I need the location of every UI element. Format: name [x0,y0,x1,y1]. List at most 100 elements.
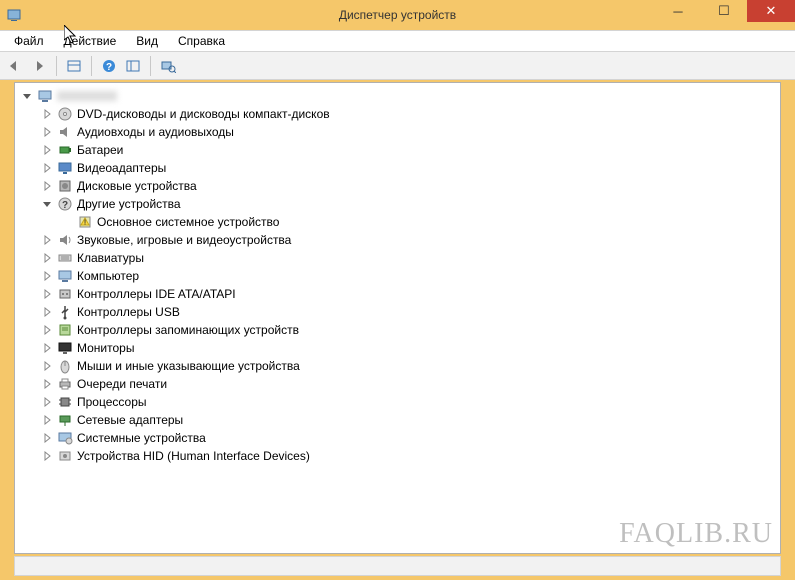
tree-node[interactable]: Клавиатуры [39,249,778,267]
expand-icon[interactable] [41,414,53,426]
computer-icon [37,88,53,104]
properties-button[interactable] [122,55,144,77]
watermark: FAQLIB.RU [619,518,773,550]
tree-label: Контроллеры IDE ATA/ATAPI [77,285,236,303]
printer-icon [57,376,73,392]
tree-label: Другие устройства [77,195,181,213]
tree-node[interactable]: Мыши и иные указывающие устройства [39,357,778,375]
menu-action[interactable]: Действие [54,32,127,50]
tree-label: Сетевые адаптеры [77,411,183,429]
toolbar-separator [150,56,151,76]
minimize-button[interactable]: ─ [655,0,701,22]
usb-icon [57,304,73,320]
svg-text:!: ! [84,220,86,227]
expand-icon[interactable] [41,180,53,192]
tree-node[interactable]: Контроллеры IDE ATA/ATAPI [39,285,778,303]
device-tree[interactable]: DVD-дисководы и дисководы компакт-дисков… [17,87,778,465]
help-button[interactable]: ? [98,55,120,77]
computer-icon [57,268,73,284]
tree-node[interactable]: Видеоадаптеры [39,159,778,177]
sound-icon [57,232,73,248]
tree-label: Очереди печати [77,375,167,393]
tree-node[interactable]: ! Основное системное устройство [59,213,778,231]
other-icon: ? [57,196,73,212]
expand-icon[interactable] [41,342,53,354]
expand-icon[interactable] [41,324,53,336]
dvd-icon [57,106,73,122]
expand-icon[interactable] [61,216,73,228]
display-icon [57,160,73,176]
expand-icon[interactable] [41,432,53,444]
tree-node[interactable]: Сетевые адаптеры [39,411,778,429]
expand-icon[interactable] [41,162,53,174]
tree-label: Системные устройства [77,429,206,447]
root-label [57,91,117,101]
tree-node[interactable]: DVD-дисководы и дисководы компакт-дисков [39,105,778,123]
expand-icon[interactable] [41,450,53,462]
tree-node[interactable]: Аудиовходы и аудиовыходы [39,123,778,141]
menu-view[interactable]: Вид [126,32,168,50]
svg-text:?: ? [62,200,68,211]
expand-icon[interactable] [41,396,53,408]
expand-icon[interactable] [41,270,53,282]
tree-node[interactable]: Контроллеры USB [39,303,778,321]
mouse-icon [57,358,73,374]
back-button[interactable] [4,55,26,77]
tree-label: Клавиатуры [77,249,144,267]
tree-root[interactable] [19,87,778,105]
toolbar-separator [56,56,57,76]
tree-label: Мыши и иные указывающие устройства [77,357,300,375]
expand-icon[interactable] [41,306,53,318]
tree-label: Основное системное устройство [97,213,279,231]
tree-node[interactable]: Контроллеры запоминающих устройств [39,321,778,339]
tree-node[interactable]: Компьютер [39,267,778,285]
expand-icon[interactable] [41,360,53,372]
warn-icon: ! [77,214,93,230]
tree-label: Контроллеры USB [77,303,180,321]
tree-label: Батареи [77,141,123,159]
tree-node[interactable]: Устройства HID (Human Interface Devices) [39,447,778,465]
hid-icon [57,448,73,464]
expand-icon[interactable] [41,144,53,156]
maximize-button[interactable]: ☐ [701,0,747,22]
forward-button[interactable] [28,55,50,77]
ide-icon [57,286,73,302]
menu-help[interactable]: Справка [168,32,235,50]
tree-node[interactable]: ? Другие устройства [39,195,778,213]
collapse-icon[interactable] [21,90,33,102]
svg-text:?: ? [106,62,112,73]
tree-node[interactable]: Батареи [39,141,778,159]
expand-icon[interactable] [41,108,53,120]
expand-icon[interactable] [41,252,53,264]
expand-icon[interactable] [41,288,53,300]
tree-label: Видеоадаптеры [77,159,166,177]
window-controls: ─ ☐ ✕ [655,0,795,22]
monitor-icon [57,340,73,356]
disk-icon [57,178,73,194]
collapse-icon[interactable] [41,198,53,210]
expand-icon[interactable] [41,234,53,246]
tree-label: Дисковые устройства [77,177,197,195]
expand-icon[interactable] [41,378,53,390]
close-button[interactable]: ✕ [747,0,795,22]
tree-label: Мониторы [77,339,134,357]
expand-icon[interactable] [41,126,53,138]
cpu-icon [57,394,73,410]
tree-node[interactable]: Мониторы [39,339,778,357]
tree-label: Аудиовходы и аудиовыходы [77,123,234,141]
menu-file[interactable]: Файл [4,32,54,50]
tree-label: Устройства HID (Human Interface Devices) [77,447,310,465]
tree-panel[interactable]: DVD-дисководы и дисководы компакт-дисков… [14,82,781,554]
tree-node[interactable]: Процессоры [39,393,778,411]
system-icon [57,430,73,446]
tree-node[interactable]: Звуковые, игровые и видеоустройства [39,231,778,249]
scan-button[interactable] [157,55,179,77]
network-icon [57,412,73,428]
tree-label: DVD-дисководы и дисководы компакт-дисков [77,105,330,123]
keyboard-icon [57,250,73,266]
tree-node[interactable]: Дисковые устройства [39,177,778,195]
tree-node[interactable]: Системные устройства [39,429,778,447]
show-hidden-button[interactable] [63,55,85,77]
toolbar: ? [0,52,795,80]
tree-node[interactable]: Очереди печати [39,375,778,393]
